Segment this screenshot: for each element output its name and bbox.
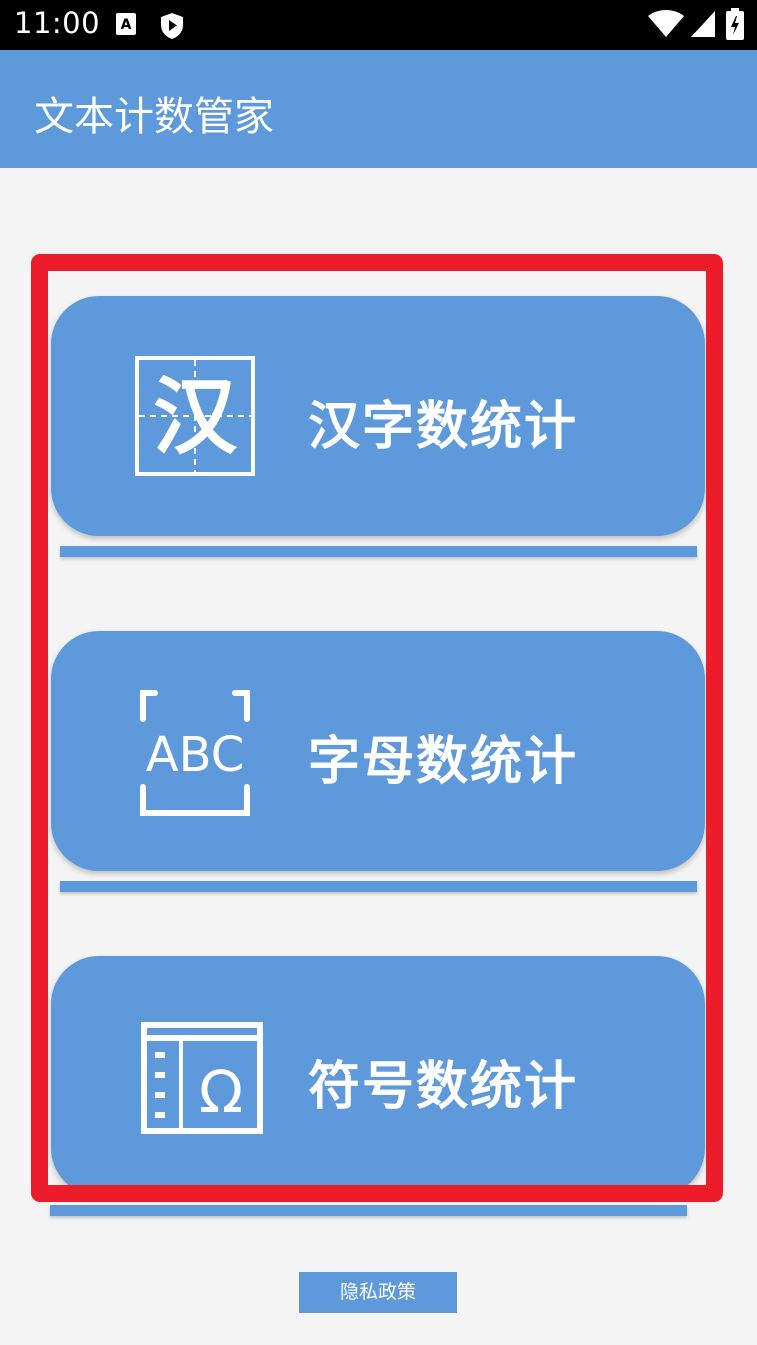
abc-letters-icon: ABC	[140, 690, 250, 816]
battery-charging-icon	[726, 8, 744, 40]
hanzi-count-card[interactable]: 汉 汉字数统计	[51, 296, 705, 536]
card-underline	[60, 881, 697, 892]
status-time: 11:00	[14, 6, 101, 40]
shield-play-icon	[161, 13, 183, 39]
card-label: 符号数统计	[308, 1057, 579, 1117]
letter-count-card[interactable]: ABC 字母数统计	[51, 631, 705, 871]
card-label: 字母数统计	[308, 732, 579, 792]
svg-text:ABC: ABC	[146, 727, 244, 783]
card-label: 汉字数统计	[308, 397, 579, 457]
symbol-count-card[interactable]: Ω 符号数统计	[51, 956, 705, 1196]
svg-text:A: A	[121, 17, 132, 33]
app-title: 文本计数管家	[34, 94, 274, 140]
font-a-icon: A	[116, 13, 136, 35]
wifi-icon	[648, 10, 684, 37]
app-bar: 文本计数管家	[0, 50, 757, 168]
hanzi-grid-icon: 汉	[135, 356, 255, 476]
signal-icon	[691, 11, 715, 37]
card-underline	[50, 1205, 687, 1216]
status-bar: 11:00 A	[0, 0, 757, 50]
svg-text:Ω: Ω	[199, 1058, 243, 1126]
svg-text:汉: 汉	[153, 368, 238, 466]
privacy-policy-button[interactable]: 隐私政策	[299, 1272, 457, 1313]
omega-symbol-icon: Ω	[141, 1022, 263, 1134]
card-underline	[60, 546, 697, 557]
